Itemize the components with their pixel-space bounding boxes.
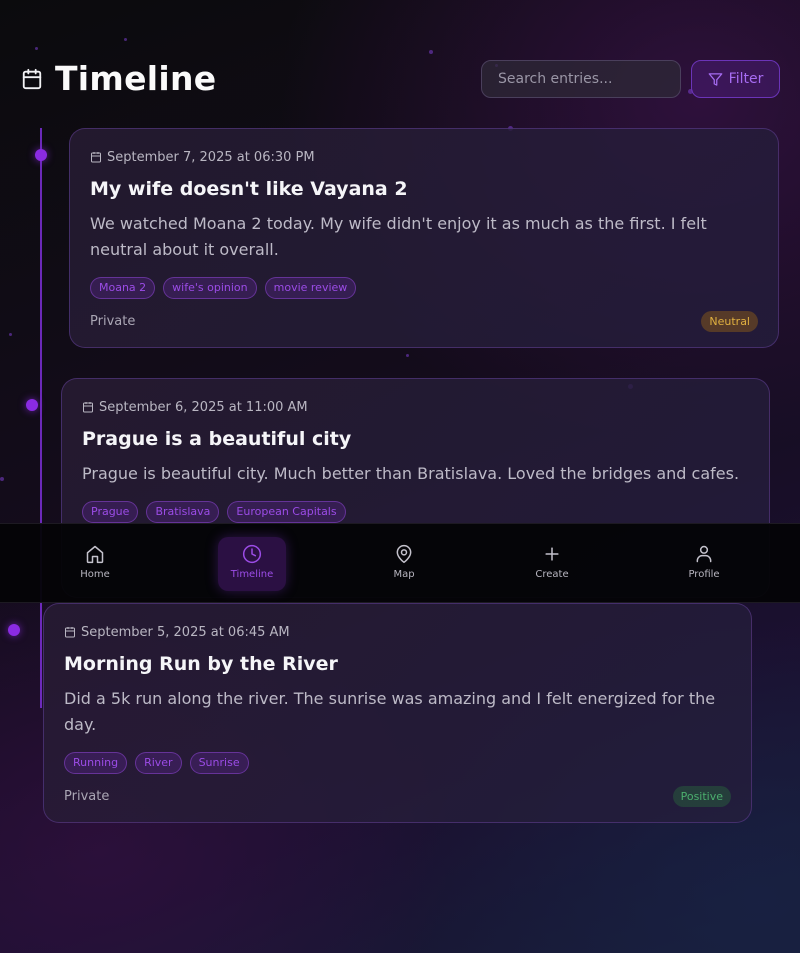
home-icon xyxy=(85,544,105,564)
entry-title: Prague is a beautiful city xyxy=(82,428,352,450)
entry-date-text: September 5, 2025 at 06:45 AM xyxy=(81,624,290,640)
entry-card[interactable]: September 5, 2025 at 06:45 AM Morning Ru… xyxy=(43,603,752,823)
nav-map[interactable]: Map xyxy=(370,537,438,591)
entry-title: Morning Run by the River xyxy=(64,653,338,675)
entry-footer: Private Positive xyxy=(64,786,731,810)
tag[interactable]: Moana 2 xyxy=(90,277,156,299)
nav-home[interactable]: Home xyxy=(61,537,129,591)
calendar-icon xyxy=(21,68,43,90)
nav-profile[interactable]: Profile xyxy=(670,537,738,591)
timeline-dot xyxy=(35,149,47,161)
particle xyxy=(124,38,127,41)
mood-badge: Positive xyxy=(672,786,731,807)
entry-date: September 7, 2025 at 06:30 PM xyxy=(90,149,758,165)
entry-footer: Private Neutral xyxy=(90,311,758,335)
mood-badge: Neutral xyxy=(701,311,758,332)
nav-label: Create xyxy=(535,569,569,580)
entry-card[interactable]: September 7, 2025 at 06:30 PM My wife do… xyxy=(69,128,779,348)
calendar-icon xyxy=(90,151,102,163)
tag[interactable]: wife's opinion xyxy=(163,277,257,299)
tag[interactable]: European Capitals xyxy=(227,501,346,523)
nav-label: Home xyxy=(80,569,110,580)
calendar-icon xyxy=(64,626,76,638)
particle xyxy=(0,477,4,481)
page-title: Timeline xyxy=(55,59,217,98)
entry-date: September 6, 2025 at 11:00 AM xyxy=(82,399,749,415)
entry-body: Did a 5k run along the river. The sunris… xyxy=(64,689,716,734)
title-group: Timeline xyxy=(21,60,217,98)
entry-body: Prague is beautiful city. Much better th… xyxy=(82,464,740,483)
filter-button[interactable]: Filter xyxy=(691,60,780,98)
tag[interactable]: Bratislava xyxy=(146,501,220,523)
nav-label: Profile xyxy=(688,569,720,580)
nav-label: Timeline xyxy=(230,569,274,580)
bottom-nav: Home Timeline Map Create Profile xyxy=(0,523,800,603)
user-icon xyxy=(694,544,714,564)
tag[interactable]: movie review xyxy=(264,277,357,299)
nav-timeline[interactable]: Timeline xyxy=(218,537,286,591)
privacy-label: Private xyxy=(64,789,110,804)
tag[interactable]: Sunrise xyxy=(189,752,249,774)
timeline-dot xyxy=(8,624,20,636)
clock-icon xyxy=(242,544,262,564)
filter-label: Filter xyxy=(728,71,764,87)
nav-label: Map xyxy=(393,569,415,580)
entry-date-text: September 6, 2025 at 11:00 AM xyxy=(99,399,308,415)
privacy-label: Private xyxy=(90,314,136,329)
tag-list: Running River Sunrise xyxy=(64,752,731,774)
entry-date: September 5, 2025 at 06:45 AM xyxy=(64,624,731,640)
nav-create[interactable]: Create xyxy=(518,537,586,591)
tag[interactable]: River xyxy=(135,752,182,774)
filter-icon xyxy=(708,72,723,87)
tag[interactable]: Prague xyxy=(82,501,139,523)
timeline-dot xyxy=(26,399,38,411)
particle xyxy=(429,50,433,54)
timeline-line xyxy=(40,128,42,708)
tag-list: Moana 2 wife's opinion movie review xyxy=(90,277,758,299)
tag-list: Prague Bratislava European Capitals xyxy=(82,501,749,523)
calendar-icon xyxy=(82,401,94,413)
entry-title: My wife doesn't like Vayana 2 xyxy=(90,178,408,200)
particle xyxy=(9,333,12,336)
particle xyxy=(406,354,409,357)
particle xyxy=(35,47,38,50)
search-input[interactable] xyxy=(481,60,681,98)
entry-date-text: September 7, 2025 at 06:30 PM xyxy=(107,149,315,165)
page-header: Timeline Filter xyxy=(21,60,780,98)
entry-body: We watched Moana 2 today. My wife didn't… xyxy=(90,214,707,259)
map-pin-icon xyxy=(394,544,414,564)
plus-icon xyxy=(542,544,562,564)
tag[interactable]: Running xyxy=(64,752,128,774)
